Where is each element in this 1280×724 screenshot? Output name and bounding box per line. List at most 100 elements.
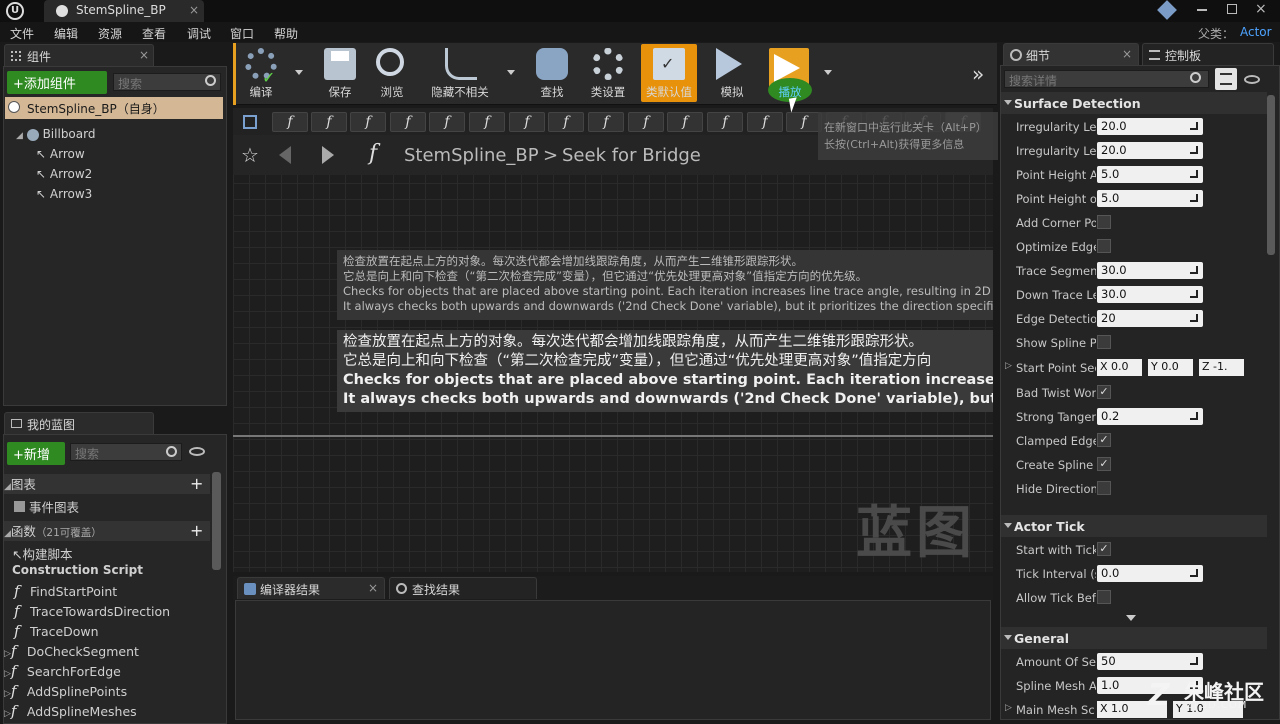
property-checkbox[interactable]: ✓ [1097, 542, 1111, 556]
function-item[interactable]: ▷f AddSplinePoints [4, 682, 210, 702]
property-value-input[interactable]: 20 [1097, 310, 1203, 327]
save-button[interactable]: 保存 [315, 44, 365, 102]
back-arrow-icon[interactable] [279, 146, 291, 164]
advanced-expand-icon[interactable] [1126, 615, 1136, 621]
function-chip-icon[interactable]: f [509, 112, 545, 132]
section-surface-detection[interactable]: Surface Detection [1001, 92, 1267, 114]
play-button[interactable]: 播放 [765, 44, 815, 102]
menu-debug[interactable]: 调试 [187, 25, 211, 42]
menu-file[interactable]: 文件 [10, 25, 34, 42]
section-general[interactable]: General [1001, 627, 1267, 649]
function-chip-icon[interactable]: f [667, 112, 703, 132]
functions-section[interactable]: ◢函数（21可覆盖） + [4, 521, 210, 541]
function-item[interactable]: f FindStartPoint [14, 582, 220, 602]
expand-arrow-icon[interactable]: ▷ [4, 709, 11, 719]
menu-edit[interactable]: 编辑 [54, 25, 78, 42]
component-arrow2[interactable]: ↖ Arrow2 [36, 167, 92, 181]
toolbar-expand-icon[interactable]: » [972, 62, 984, 86]
component-billboard[interactable]: ◢ Billboard [16, 127, 95, 141]
compile-button[interactable]: ✓ 编译 [236, 44, 286, 102]
function-item[interactable]: ▷f AddSplineMeshes [4, 702, 210, 722]
function-chip-icon[interactable]: f [628, 112, 664, 132]
graphs-section[interactable]: ◢图表 + [4, 474, 210, 494]
visibility-eye-icon[interactable] [189, 447, 205, 456]
property-matrix-icon[interactable] [1215, 68, 1237, 90]
function-chip-icon[interactable]: f [272, 112, 308, 132]
tab-components[interactable]: 组件 × [4, 44, 154, 66]
maximize-icon[interactable] [1227, 4, 1237, 14]
minimize-icon[interactable] [1197, 9, 1207, 11]
function-chip-icon[interactable]: f [350, 112, 386, 132]
close-icon[interactable]: × [368, 581, 378, 595]
graph-grid-icon[interactable] [243, 115, 257, 129]
property-value-input[interactable]: 0.0 [1097, 565, 1203, 582]
menu-window[interactable]: 窗口 [230, 25, 254, 42]
property-value-input[interactable]: 0.2 [1097, 408, 1203, 425]
tab-find-results[interactable]: 查找结果 [389, 577, 537, 599]
function-chip-icon[interactable]: f [588, 112, 624, 132]
component-arrow3[interactable]: ↖ Arrow3 [36, 187, 92, 201]
menu-view[interactable]: 查看 [142, 25, 166, 42]
vector-x-input[interactable]: X 0.0 [1097, 359, 1142, 376]
hide-unrelated-dropdown-icon[interactable] [507, 70, 515, 75]
function-chip-icon[interactable]: f [747, 112, 783, 132]
property-checkbox[interactable]: ✓ [1097, 457, 1111, 471]
favorite-star-icon[interactable]: ☆ [241, 143, 259, 167]
comment-box-large[interactable]: 检查放置在起点上方的对象。每次迭代都会增加线跟踪角度，从而产生二维锥形跟踪形状。… [337, 330, 993, 412]
add-function-icon[interactable]: + [190, 521, 203, 540]
function-item[interactable]: f TraceDown [14, 622, 220, 642]
expand-arrow-icon[interactable]: ▷ [4, 669, 11, 679]
property-checkbox[interactable] [1097, 590, 1111, 604]
section-actor-tick[interactable]: Actor Tick [1001, 515, 1267, 537]
menu-asset[interactable]: 资源 [98, 25, 122, 42]
property-checkbox[interactable] [1097, 335, 1111, 349]
tab-compiler-results[interactable]: 编译器结果 × [237, 577, 385, 599]
component-arrow[interactable]: ↖ Arrow [36, 147, 85, 161]
vector-y-input[interactable]: Y 0.0 [1148, 359, 1193, 376]
play-dropdown-icon[interactable] [824, 70, 832, 75]
unreal-logo-icon[interactable]: U [6, 2, 24, 20]
view-options-eye-icon[interactable] [1244, 75, 1260, 84]
function-chip-icon[interactable]: f [311, 112, 347, 132]
function-chip-icon[interactable]: f [707, 112, 743, 132]
construction-script-item[interactable]: ↖构建脚本 [12, 544, 218, 564]
expand-arrow-icon[interactable]: ▷ [1005, 361, 1012, 371]
close-icon[interactable]: × [1122, 47, 1132, 61]
parent-class-link[interactable]: Actor [1240, 25, 1272, 39]
property-checkbox[interactable] [1097, 481, 1111, 495]
function-chip-icon[interactable]: f [390, 112, 426, 132]
function-item[interactable]: ▷f DoCheckSegment [4, 642, 210, 662]
class-settings-button[interactable]: 类设置 [583, 44, 633, 102]
add-graph-icon[interactable]: + [190, 474, 203, 493]
class-defaults-button[interactable]: ✓ 类默认值 [641, 44, 697, 102]
tab-details[interactable]: 细节 × [1003, 43, 1139, 65]
property-value-input[interactable]: 20.0 [1097, 142, 1203, 159]
find-button[interactable]: 查找 [527, 44, 577, 102]
new-button[interactable]: +新增 [7, 442, 65, 465]
details-scrollbar[interactable] [1267, 95, 1275, 255]
function-item[interactable]: f TraceTowardsDirection [14, 602, 220, 622]
browse-button[interactable]: 浏览 [367, 44, 417, 102]
vector-z-input[interactable]: Z -1. [1199, 359, 1244, 376]
property-checkbox[interactable] [1097, 215, 1111, 229]
close-icon[interactable]: × [139, 48, 149, 62]
breadcrumb-current[interactable]: Seek for Bridge [562, 145, 701, 166]
function-item[interactable]: ▷f SearchForEdge [4, 662, 210, 682]
tab-my-blueprint[interactable]: 我的蓝图 [4, 412, 154, 434]
property-value-input[interactable]: 30.0 [1097, 286, 1203, 303]
property-value-input[interactable]: 30.0 [1097, 262, 1203, 279]
comment-box-small[interactable]: 检查放置在起点上方的对象。每次迭代都会增加线跟踪角度，从而产生二维锥形跟踪形状。… [337, 250, 993, 320]
property-checkbox[interactable] [1097, 239, 1111, 253]
function-chip-icon[interactable]: f [786, 112, 822, 132]
property-value-input[interactable]: 50 [1097, 653, 1203, 670]
source-control-icon[interactable] [1157, 0, 1177, 20]
details-search-input[interactable]: 搜索详情 [1004, 70, 1209, 88]
forward-arrow-icon[interactable] [322, 146, 334, 164]
property-value-input[interactable]: 5.0 [1097, 166, 1203, 183]
breadcrumb-root[interactable]: StemSpline_BP [404, 145, 539, 166]
function-chip-icon[interactable]: f [469, 112, 505, 132]
expand-arrow-icon[interactable]: ▷ [4, 649, 11, 659]
add-component-button[interactable]: +添加组件 [7, 71, 107, 94]
property-checkbox[interactable]: ✓ [1097, 385, 1111, 399]
close-icon[interactable]: × [189, 3, 199, 17]
